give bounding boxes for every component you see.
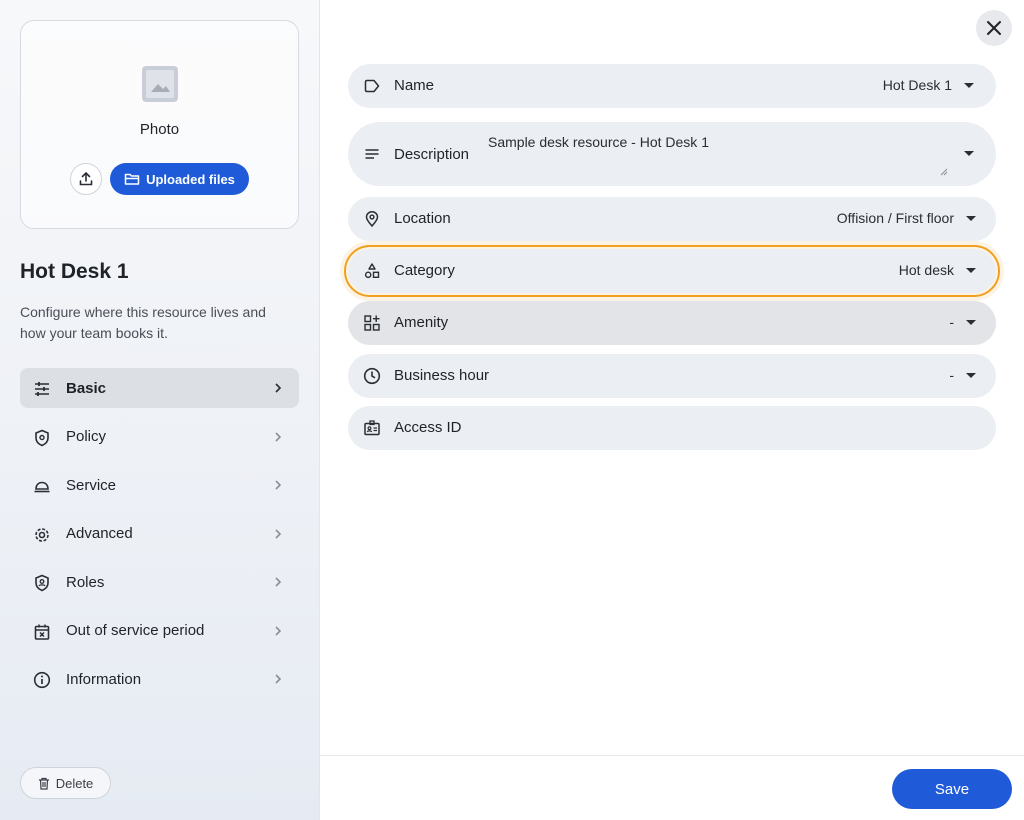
field-label: Business hour: [394, 367, 490, 384]
nav-item-policy[interactable]: Policy: [20, 417, 299, 457]
tag-icon: [362, 76, 382, 96]
close-icon: [987, 21, 1001, 35]
upload-icon: [79, 171, 93, 186]
chevron-right-icon: [275, 383, 282, 393]
chevron-right-icon: [275, 577, 282, 587]
nav-item-label: Out of service period: [66, 622, 205, 639]
field-value: Hot Desk 1: [882, 77, 952, 93]
field-value: Offision / First floor: [836, 210, 954, 226]
nav-item-label: Information: [66, 670, 142, 688]
dropdown-caret-icon: [964, 151, 974, 156]
lines-icon: [362, 144, 382, 164]
nav-item-service[interactable]: Service: [20, 465, 299, 505]
chevron-right-icon: [275, 674, 282, 684]
dropdown-caret-icon: [966, 216, 976, 221]
dropdown-caret-icon: [964, 83, 974, 88]
nav-item-information[interactable]: Information: [20, 659, 299, 699]
folder-icon: [124, 173, 140, 185]
amenity-field[interactable]: Amenity -: [348, 301, 996, 345]
trash-icon: [38, 777, 49, 790]
delete-label: Delete: [55, 775, 94, 791]
service-bell-icon: [32, 476, 52, 496]
gear-icon: [32, 525, 52, 545]
field-value: Hot desk: [898, 262, 954, 278]
nav-item-label: Basic: [66, 379, 107, 397]
grid-plus-icon: [362, 313, 382, 333]
field-label: Amenity: [394, 314, 449, 331]
save-button[interactable]: Save: [892, 769, 1012, 809]
settings-sidebar: Photo Uploaded files Hot Desk 1 Configur…: [0, 0, 320, 820]
nav-item-label: Service: [66, 476, 117, 494]
chevron-right-icon: [275, 480, 282, 490]
shield-icon: [32, 428, 52, 448]
field-label: Category: [394, 262, 455, 279]
field-value: -: [949, 314, 954, 330]
sliders-icon: [32, 379, 52, 399]
upload-button[interactable]: [70, 163, 102, 195]
chevron-right-icon: [275, 625, 282, 636]
location-pin-icon: [362, 209, 382, 229]
nav-item-label: Roles: [66, 573, 105, 591]
nav-item-out-of-service-period[interactable]: Out of service period: [20, 611, 299, 651]
nav-item-label: Policy: [66, 428, 107, 445]
nav-item-basic[interactable]: Basic: [20, 368, 299, 408]
resource-description: Configure where this resource lives and …: [20, 304, 266, 341]
description-field[interactable]: Description Sample desk resource - Hot D…: [348, 122, 996, 186]
nav-item-label: Advanced: [66, 525, 133, 542]
dropdown-caret-icon: [966, 320, 976, 325]
business-hour-field[interactable]: Business hour -: [348, 354, 996, 398]
main-panel: Name Hot Desk 1 Description Sample desk …: [320, 0, 1024, 820]
uploaded-files-label: Uploaded files: [146, 171, 235, 187]
nav-item-roles[interactable]: Roles: [20, 562, 299, 602]
resource-title: Hot Desk 1: [20, 260, 129, 283]
delete-button[interactable]: Delete: [20, 767, 111, 799]
field-label: Access ID: [394, 419, 462, 436]
image-placeholder-icon: [142, 66, 178, 102]
footer: Save: [320, 755, 1024, 820]
chevron-right-icon: [275, 431, 282, 442]
dropdown-caret-icon: [966, 373, 976, 378]
shield-user-icon: [32, 573, 52, 593]
photo-card: Photo Uploaded files: [20, 20, 299, 229]
close-button[interactable]: [976, 10, 1012, 46]
field-value: -: [949, 367, 954, 383]
category-field[interactable]: Category Hot desk: [344, 245, 1000, 297]
resize-grip-icon[interactable]: [940, 168, 948, 176]
shapes-icon: [362, 261, 382, 281]
chevron-right-icon: [275, 528, 282, 539]
field-label: Description: [394, 146, 470, 163]
id-badge-icon: [362, 418, 382, 438]
dropdown-caret-icon: [966, 268, 976, 273]
access-id-field[interactable]: Access ID: [348, 406, 996, 450]
name-field[interactable]: Name Hot Desk 1: [348, 64, 996, 108]
field-label: Name: [394, 77, 435, 94]
info-icon: [32, 670, 52, 690]
uploaded-files-button[interactable]: Uploaded files: [110, 163, 249, 195]
clock-icon: [362, 366, 382, 386]
description-textarea[interactable]: Sample desk resource - Hot Desk 1: [488, 134, 709, 150]
field-label: Location: [394, 210, 451, 227]
nav-item-advanced[interactable]: Advanced: [20, 514, 299, 554]
location-field[interactable]: Location Offision / First floor: [348, 197, 996, 241]
calendar-x-icon: [32, 622, 52, 642]
settings-nav: Basic Policy Service Advanced Roles Out …: [20, 368, 299, 708]
photo-label: Photo: [139, 121, 180, 138]
